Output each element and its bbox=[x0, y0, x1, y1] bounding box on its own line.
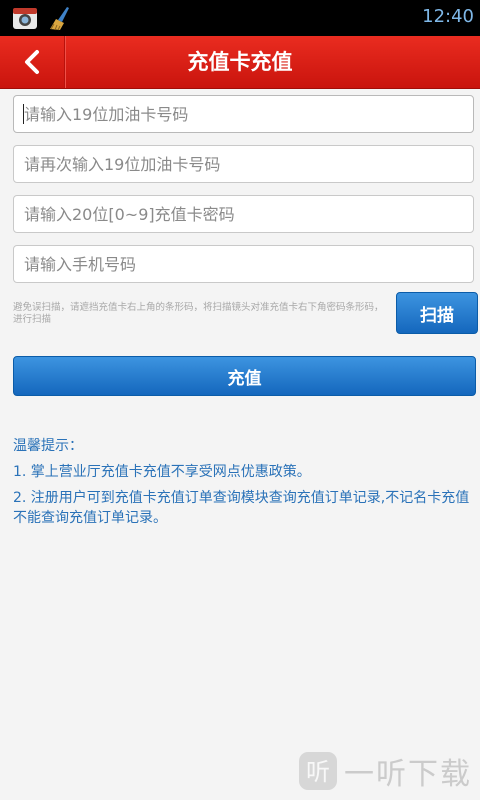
broom-cleaner-icon bbox=[50, 7, 69, 31]
card-number-input[interactable] bbox=[13, 95, 474, 133]
watermark: 听 一听下载 bbox=[298, 748, 472, 794]
clock: 12:40 bbox=[422, 6, 474, 27]
chevron-left-icon bbox=[25, 50, 39, 74]
scan-button[interactable]: 扫描 bbox=[396, 292, 478, 334]
scan-hint: 避免误扫描，请遮挡充值卡右上角的条形码，将扫描镜头对准充值卡右下角密码条形码，进… bbox=[13, 302, 384, 325]
watermark-text: 一听下载 bbox=[344, 757, 472, 792]
svg-text:听: 听 bbox=[306, 758, 330, 786]
back-button[interactable] bbox=[0, 36, 65, 88]
camera-app-icon bbox=[13, 8, 37, 29]
recharge-button[interactable]: 充值 bbox=[13, 356, 476, 396]
tips-section: 温馨提示： 1. 掌上营业厅充值卡充值不享受网点优惠政策。 2. 注册用户可到充… bbox=[13, 436, 475, 534]
tips-title: 温馨提示： bbox=[13, 438, 83, 454]
card-password-input[interactable] bbox=[13, 195, 474, 233]
tip-item: 2. 注册用户可到充值卡充值订单查询模块查询充值订单记录,不记名卡充值不能查询充… bbox=[13, 490, 470, 526]
tip-item: 1. 掌上营业厅充值卡充值不享受网点优惠政策。 bbox=[13, 464, 311, 480]
text-cursor bbox=[23, 104, 24, 124]
card-number-confirm-input[interactable] bbox=[13, 145, 474, 183]
phone-number-input[interactable] bbox=[13, 245, 474, 283]
watermark-logo: 听 bbox=[299, 752, 337, 790]
status-bar: 12:40 bbox=[0, 0, 480, 36]
title-bar: 充值卡充值 bbox=[0, 36, 480, 89]
page-title: 充值卡充值 bbox=[187, 50, 293, 74]
